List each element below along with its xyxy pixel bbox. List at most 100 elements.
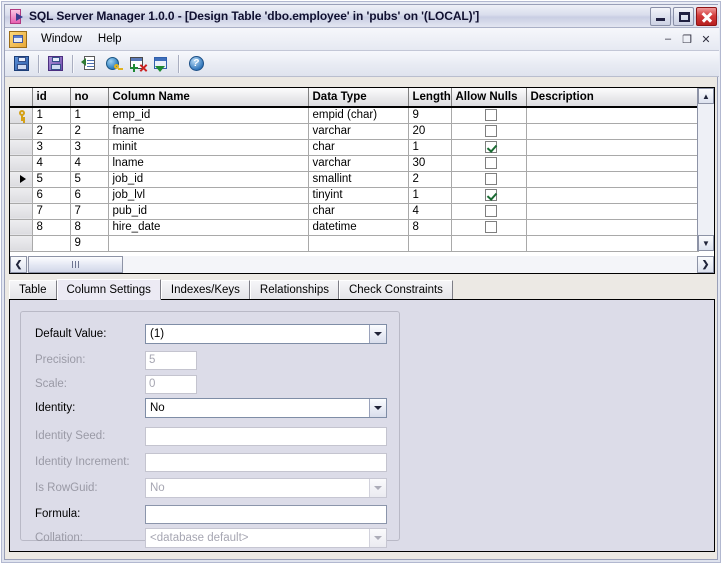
manage-indexes-button[interactable] <box>126 53 149 75</box>
menu-item-window[interactable]: Window <box>33 30 90 48</box>
table-row[interactable]: 4 4 lname varchar 30 <box>10 155 699 172</box>
cell-id[interactable]: 8 <box>32 219 71 236</box>
current-row-indicator[interactable] <box>10 171 33 188</box>
cell-description[interactable] <box>526 123 699 140</box>
cell-description[interactable] <box>526 171 699 188</box>
formula-input[interactable] <box>145 504 387 524</box>
cell-allow-nulls-checkbox[interactable] <box>451 155 527 172</box>
cell-allow-nulls-checkbox[interactable] <box>451 235 527 252</box>
table-row[interactable]: 2 2 fname varchar 20 <box>10 123 699 140</box>
grid-scroll-down-button[interactable]: ▼ <box>698 235 714 251</box>
cell-data-type[interactable]: empid (char) <box>308 107 409 124</box>
cell-length[interactable]: 4 <box>408 203 452 220</box>
cell-id[interactable]: 7 <box>32 203 71 220</box>
mdi-restore-button[interactable]: ❐ <box>678 31 696 48</box>
cell-id[interactable]: 6 <box>32 187 71 204</box>
tab-table[interactable]: Table <box>9 280 57 299</box>
grid-vertical-scrollbar[interactable]: ▲ ▼ <box>697 88 714 251</box>
table-row[interactable]: 9 <box>10 235 699 252</box>
cell-description[interactable] <box>526 187 699 204</box>
manage-constraints-button[interactable] <box>150 53 173 75</box>
cell-no[interactable]: 3 <box>70 139 109 156</box>
table-row[interactable]: 6 6 job_lvl tinyint 1 <box>10 187 699 204</box>
window-close-button[interactable] <box>696 6 717 26</box>
save-button[interactable] <box>10 53 33 75</box>
table-row[interactable]: 1 1 emp_id empid (char) 9 <box>10 107 699 124</box>
cell-id[interactable]: 4 <box>32 155 71 172</box>
grid-hscroll-track[interactable] <box>123 256 697 273</box>
row-selector[interactable] <box>10 139 33 156</box>
column-definition-grid[interactable]: id no Column Name Data Type Length Allow… <box>9 87 715 267</box>
cell-description[interactable] <box>526 203 699 220</box>
grid-header-id[interactable]: id <box>32 88 71 108</box>
tab-column-settings[interactable]: Column Settings <box>56 279 161 300</box>
table-row[interactable]: 8 8 hire_date datetime 8 <box>10 219 699 236</box>
cell-data-type[interactable]: smallint <box>308 171 409 188</box>
save-change-script-button[interactable] <box>44 53 67 75</box>
cell-no[interactable]: 1 <box>70 107 109 124</box>
chevron-down-icon[interactable] <box>369 399 386 417</box>
cell-column-name[interactable]: fname <box>108 123 309 140</box>
cell-description[interactable] <box>526 107 699 124</box>
cell-allow-nulls-checkbox[interactable] <box>451 219 527 236</box>
grid-header-column-name[interactable]: Column Name <box>108 88 309 108</box>
cell-column-name[interactable]: emp_id <box>108 107 309 124</box>
cell-id[interactable]: 1 <box>32 107 71 124</box>
cell-length[interactable]: 8 <box>408 219 452 236</box>
cell-data-type[interactable]: char <box>308 203 409 220</box>
cell-data-type[interactable]: char <box>308 139 409 156</box>
grid-header-data-type[interactable]: Data Type <box>308 88 409 108</box>
cell-column-name[interactable]: pub_id <box>108 203 309 220</box>
cell-allow-nulls-checkbox[interactable] <box>451 187 527 204</box>
identity-combo[interactable]: No <box>145 398 387 418</box>
cell-data-type[interactable]: tinyint <box>308 187 409 204</box>
table-row[interactable]: 7 7 pub_id char 4 <box>10 203 699 220</box>
chevron-down-icon[interactable] <box>369 325 386 343</box>
row-selector[interactable] <box>10 203 33 220</box>
cell-column-name[interactable]: minit <box>108 139 309 156</box>
cell-data-type[interactable]: datetime <box>308 219 409 236</box>
cell-no[interactable]: 4 <box>70 155 109 172</box>
cell-no[interactable]: 9 <box>70 235 109 252</box>
cell-length[interactable]: 30 <box>408 155 452 172</box>
cell-description[interactable] <box>526 235 699 252</box>
cell-allow-nulls-checkbox[interactable] <box>451 139 527 156</box>
table-row[interactable]: 5 5 job_id smallint 2 <box>10 171 699 188</box>
cell-id[interactable]: 2 <box>32 123 71 140</box>
cell-description[interactable] <box>526 139 699 156</box>
cell-description[interactable] <box>526 219 699 236</box>
cell-allow-nulls-checkbox[interactable] <box>451 123 527 140</box>
menu-item-help[interactable]: Help <box>90 30 130 48</box>
cell-description[interactable] <box>526 155 699 172</box>
cell-length[interactable]: 20 <box>408 123 452 140</box>
cell-column-name[interactable]: lname <box>108 155 309 172</box>
grid-hscroll-thumb[interactable] <box>28 256 123 273</box>
grid-header-description[interactable]: Description <box>526 88 699 108</box>
mdi-minimize-button[interactable]: – <box>659 31 677 48</box>
manage-relationships-button[interactable] <box>102 53 125 75</box>
help-button[interactable]: ? <box>184 53 207 75</box>
cell-column-name[interactable]: hire_date <box>108 219 309 236</box>
grid-scroll-left-button[interactable]: ❮ <box>10 256 27 273</box>
grid-scroll-right-button[interactable]: ❯ <box>697 256 714 273</box>
grid-header-length[interactable]: Length <box>408 88 452 108</box>
cell-id[interactable]: 3 <box>32 139 71 156</box>
cell-column-name[interactable]: job_id <box>108 171 309 188</box>
tab-check-constraints[interactable]: Check Constraints <box>338 280 453 299</box>
cell-length[interactable]: 1 <box>408 187 452 204</box>
cell-length[interactable]: 2 <box>408 171 452 188</box>
row-selector[interactable] <box>10 155 33 172</box>
cell-no[interactable]: 5 <box>70 171 109 188</box>
row-selector[interactable] <box>10 187 33 204</box>
primary-key-icon[interactable] <box>10 107 33 124</box>
cell-id[interactable]: 5 <box>32 171 71 188</box>
default-value-combo[interactable]: (1) <box>145 324 387 344</box>
cell-data-type[interactable] <box>308 235 409 252</box>
table-row[interactable]: 3 3 minit char 1 <box>10 139 699 156</box>
cell-allow-nulls-checkbox[interactable] <box>451 203 527 220</box>
grid-scroll-up-button[interactable]: ▲ <box>698 88 714 104</box>
cell-column-name[interactable]: job_lvl <box>108 187 309 204</box>
properties-button[interactable] <box>78 53 101 75</box>
cell-no[interactable]: 8 <box>70 219 109 236</box>
tab-relationships[interactable]: Relationships <box>249 280 339 299</box>
